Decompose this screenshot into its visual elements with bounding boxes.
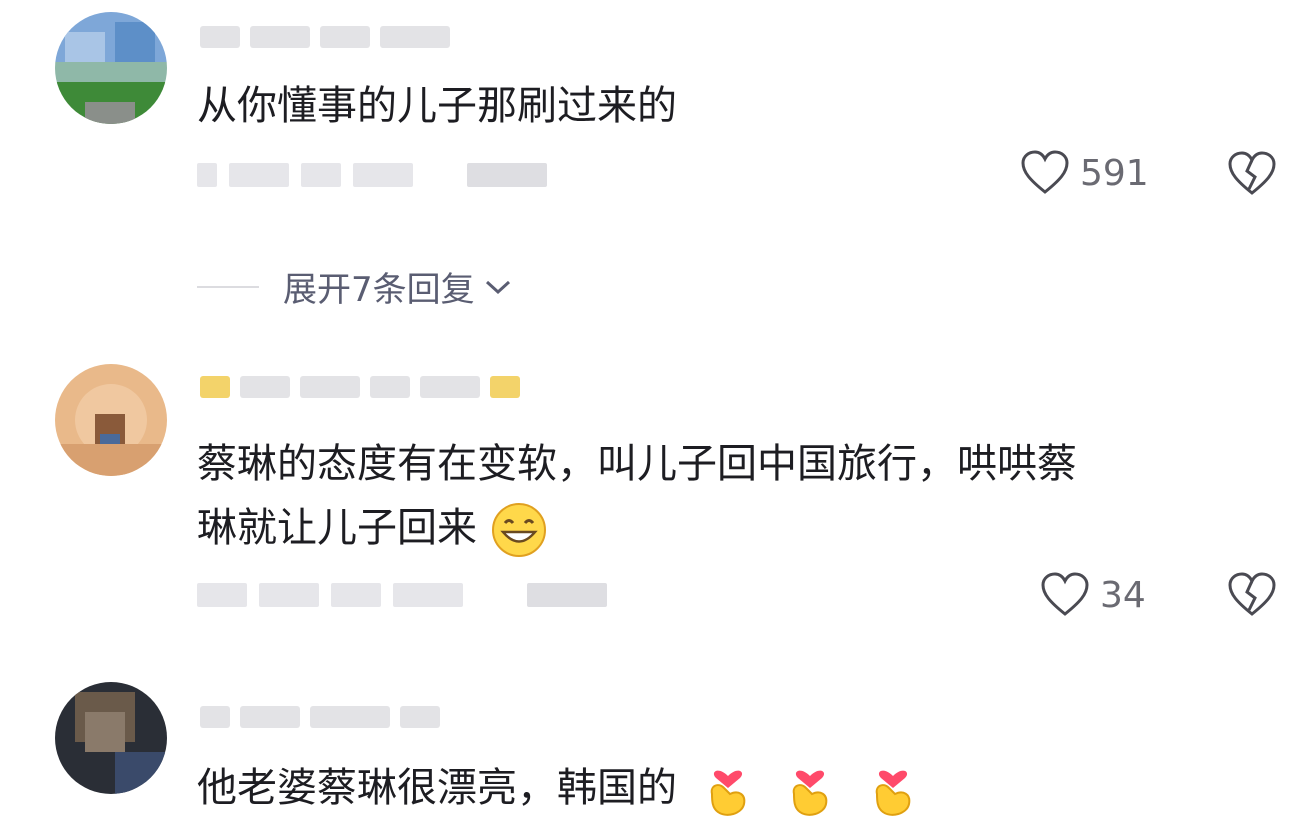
heart-outline-icon — [1041, 572, 1089, 616]
comment-text-segment: 他老婆蔡琳很漂亮，韩国的 — [197, 765, 677, 811]
dislike-button[interactable] — [1227, 151, 1277, 201]
comment-text-line: 琳就让儿子回来 — [197, 496, 1077, 560]
like-count: 34 — [1100, 574, 1146, 616]
like-button[interactable]: 591 — [1020, 150, 1149, 196]
heart-outline-icon — [1021, 150, 1069, 194]
heart-hands-icon — [793, 770, 828, 816]
avatar[interactable] — [55, 364, 167, 476]
comment-text-line: 蔡琳的态度有在变软，叫儿子回中国旅行，哄哄蔡 — [197, 441, 1077, 487]
comment-item: 蔡琳的态度有在变软，叫儿子回中国旅行，哄哄蔡 琳就让儿子回来 34 — [0, 350, 1310, 650]
comment-text: 蔡琳的态度有在变软，叫儿子回中国旅行，哄哄蔡 琳就让儿子回来 — [197, 432, 1077, 560]
expand-replies-button[interactable]: 展开7条回复 — [197, 262, 513, 311]
heart-hands-icon — [710, 770, 746, 816]
avatar[interactable] — [55, 682, 167, 794]
like-button[interactable]: 34 — [1040, 572, 1146, 618]
comment-item: 他老婆蔡琳很漂亮，韩国的 — [0, 680, 1310, 834]
comment-text: 从你懂事的儿子那刷过来的 — [197, 83, 677, 129]
comment-text: 他老婆蔡琳很漂亮，韩国的 — [197, 756, 917, 820]
username-blurred[interactable] — [200, 702, 440, 732]
comment-text-segment: 琳就让儿子回来 — [197, 505, 477, 551]
broken-heart-icon — [1228, 572, 1276, 616]
divider — [197, 285, 259, 288]
comment-meta-blurred — [197, 158, 547, 192]
avatar[interactable] — [55, 12, 167, 124]
username-blurred[interactable] — [200, 22, 450, 52]
username-blurred[interactable] — [200, 372, 520, 402]
heart-hands-icon — [875, 770, 911, 816]
dislike-button[interactable] — [1227, 572, 1277, 622]
grinning-face-icon — [491, 503, 546, 557]
chevron-down-icon — [485, 280, 510, 294]
broken-heart-icon — [1228, 151, 1276, 195]
comment-meta-blurred — [197, 578, 607, 612]
like-count: 591 — [1080, 152, 1149, 194]
expand-replies-label: 展开7条回复 — [283, 270, 475, 310]
comment-item: 从你懂事的儿子那刷过来的 591 — [0, 0, 1310, 250]
